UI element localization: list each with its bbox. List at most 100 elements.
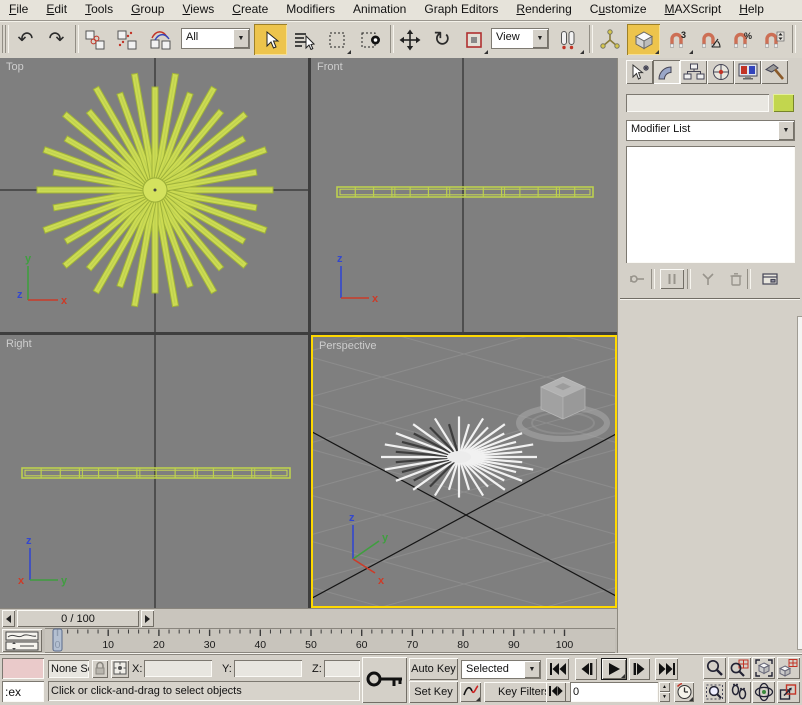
show-end-result-button[interactable]	[660, 269, 684, 289]
play-button[interactable]	[601, 658, 627, 680]
undo-button[interactable]: ↶	[11, 24, 40, 55]
viewport-label-right[interactable]: Right	[6, 338, 32, 350]
object-name-field[interactable]	[626, 94, 769, 112]
menu-customize[interactable]: Customize	[581, 0, 656, 20]
viewport-label-front[interactable]: Front	[317, 61, 343, 73]
pan-view-button[interactable]	[728, 681, 751, 703]
maxscript-listener-pink[interactable]	[2, 658, 44, 679]
angle-snap-button[interactable]	[696, 24, 727, 55]
toolbar-separator	[792, 25, 796, 53]
key-mode-toggle[interactable]	[546, 682, 566, 702]
menu-create[interactable]: Create	[223, 0, 277, 20]
y-coord-field[interactable]	[234, 660, 302, 677]
modifier-list-dropdown[interactable]: Modifier List ▼	[626, 120, 795, 141]
maxscript-listener-white[interactable]: :ex	[2, 681, 44, 702]
viewport-front[interactable]: zx Front	[311, 58, 617, 332]
open-mini-curve-editor-button[interactable]	[2, 629, 42, 652]
spinner-up-icon[interactable]: ▲	[659, 682, 670, 692]
go-to-end-button[interactable]	[655, 658, 678, 680]
modifier-stack[interactable]	[626, 146, 795, 263]
tab-hierarchy[interactable]	[680, 60, 707, 84]
percent-snap-button[interactable]: %	[729, 24, 758, 55]
frame-spinner[interactable]: ▲ ▼	[659, 682, 670, 702]
pin-stack-button[interactable]	[626, 269, 650, 289]
absolute-mode-toggle[interactable]	[111, 660, 129, 678]
next-frame-button[interactable]	[629, 658, 650, 680]
menu-group[interactable]: Group	[122, 0, 173, 20]
snap-3d-button[interactable]: 3	[663, 24, 694, 55]
zoom-extents-all-button[interactable]	[777, 657, 800, 679]
redo-button[interactable]: ↷	[42, 24, 71, 55]
select-and-link-button[interactable]	[80, 24, 110, 55]
time-slider-prev-button[interactable]	[2, 610, 15, 627]
zoom-extents-button[interactable]	[752, 657, 775, 679]
rollout-scroll-strip[interactable]	[797, 316, 802, 650]
chevron-down-icon[interactable]: ▼	[524, 661, 540, 678]
time-slider-next-button[interactable]	[141, 610, 154, 627]
go-to-start-button[interactable]	[546, 658, 569, 680]
remove-modifier-button[interactable]	[724, 269, 748, 289]
selection-lock-toggle[interactable]	[92, 660, 108, 678]
tab-display[interactable]	[734, 60, 761, 84]
arc-rotate-button[interactable]	[752, 681, 775, 703]
menu-graph-editors[interactable]: Graph Editors	[415, 0, 507, 20]
rectangular-selection-region-button[interactable]	[321, 24, 352, 55]
configure-modifier-sets-button[interactable]	[758, 269, 782, 289]
menu-edit[interactable]: Edit	[37, 0, 76, 20]
time-configuration-button[interactable]	[674, 682, 694, 702]
x-coord-field[interactable]	[144, 660, 212, 677]
make-unique-button[interactable]	[696, 269, 720, 289]
z-coord-field[interactable]	[324, 660, 360, 677]
tab-motion[interactable]	[707, 60, 734, 84]
spinner-down-icon[interactable]: ▼	[659, 692, 670, 702]
viewport-right[interactable]: zyx Right	[0, 335, 308, 608]
menu-rendering[interactable]: Rendering	[507, 0, 580, 20]
viewport-label-perspective[interactable]: Perspective	[319, 340, 376, 352]
select-and-manipulate-button[interactable]	[594, 24, 625, 55]
menu-help[interactable]: Help	[730, 0, 773, 20]
spinner-snap-button[interactable]	[760, 24, 789, 55]
viewport-perspective[interactable]: zyx Perspective	[311, 335, 617, 608]
z-coord-label: Z:	[312, 663, 322, 675]
zoom-region-button[interactable]	[703, 681, 726, 703]
auto-key-button[interactable]: Auto Key	[409, 658, 458, 680]
select-and-rotate-button[interactable]: ↻	[427, 24, 457, 55]
viewport-label-top[interactable]: Top	[6, 61, 24, 73]
track-bar-ruler[interactable]: 0102030405060708090100	[45, 628, 615, 653]
chevron-down-icon[interactable]: ▼	[532, 29, 548, 48]
zoom-all-button[interactable]	[728, 657, 751, 679]
menu-views[interactable]: Views	[173, 0, 223, 20]
bind-to-space-warp-button[interactable]	[144, 24, 177, 55]
chevron-down-icon[interactable]: ▼	[778, 121, 794, 140]
reference-coordinate-combo[interactable]: View▼	[491, 28, 549, 49]
key-scope-dropdown[interactable]: Selected ▼	[461, 660, 541, 679]
menu-file[interactable]: File	[0, 0, 37, 20]
set-key-button[interactable]: Set Key	[409, 681, 458, 703]
use-pivot-point-center-button[interactable]	[551, 24, 585, 55]
menu-animation[interactable]: Animation	[344, 0, 415, 20]
maximize-viewport-toggle-button[interactable]	[777, 681, 800, 703]
menu-tools[interactable]: Tools	[76, 0, 122, 20]
default-tangent-button[interactable]	[460, 682, 481, 702]
tab-create[interactable]	[626, 60, 653, 84]
select-by-name-button[interactable]	[289, 24, 319, 55]
select-object-button[interactable]	[254, 24, 287, 55]
select-and-move-button[interactable]	[394, 24, 425, 55]
viewport-top[interactable]: yxz Top	[0, 58, 308, 332]
tab-utilities[interactable]	[761, 60, 788, 84]
window-crossing-button[interactable]	[354, 24, 387, 55]
menu-modifiers[interactable]: Modifiers	[277, 0, 344, 20]
select-and-scale-button[interactable]	[459, 24, 489, 55]
tab-modify[interactable]	[653, 60, 680, 84]
previous-frame-button[interactable]	[575, 658, 597, 680]
set-keys-button[interactable]	[362, 657, 407, 703]
object-color-swatch[interactable]	[773, 94, 794, 112]
current-frame-field[interactable]: 0	[570, 682, 658, 702]
zoom-button[interactable]	[703, 657, 726, 679]
time-slider-handle[interactable]: 0 / 100	[17, 610, 139, 627]
menu-maxscript[interactable]: MAXScript	[656, 0, 731, 20]
unlink-selection-button[interactable]	[112, 24, 142, 55]
snaps-toggle-button[interactable]	[627, 24, 660, 55]
selection-filter-combo[interactable]: All▼	[181, 28, 250, 49]
chevron-down-icon[interactable]: ▼	[233, 29, 249, 48]
